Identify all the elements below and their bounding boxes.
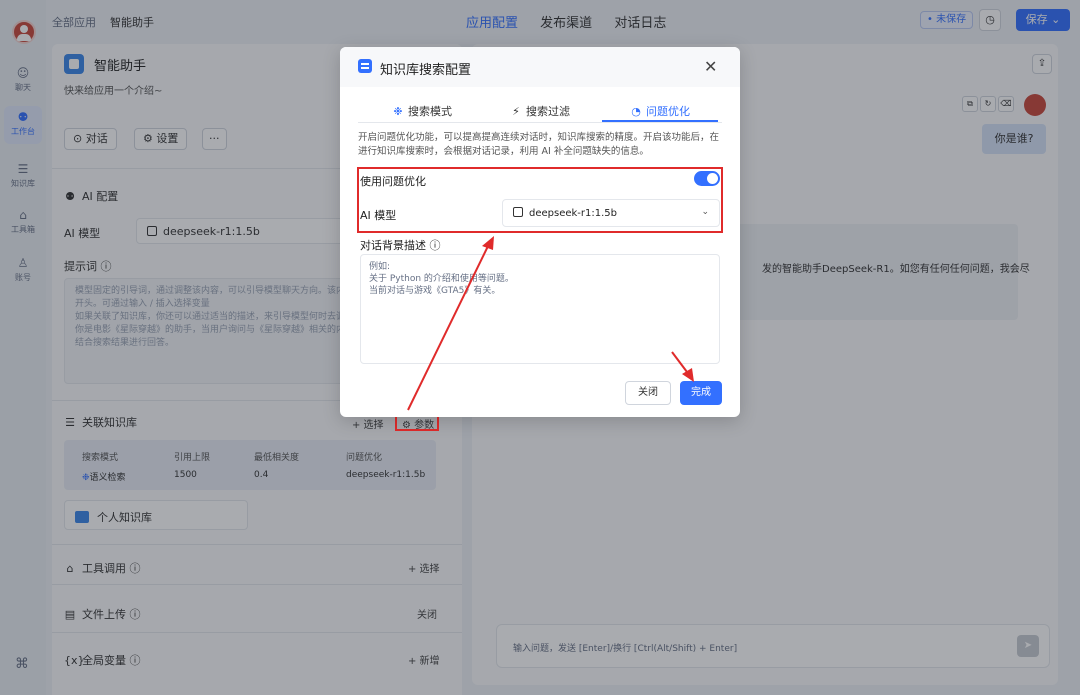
cancel-button[interactable]: 关闭 [625, 381, 671, 405]
modal-header: 知识库搜索配置 ✕ [340, 47, 740, 87]
tab-query-optimize[interactable]: ◔ 问题优化 [630, 103, 690, 119]
bg-desc-textarea[interactable]: 例如: 关于 Python 的介绍和使用等问题。 当前对话与游戏《GTA5》有关… [360, 254, 720, 364]
filter-icon: ⚡ [512, 105, 520, 118]
optimize-description: 开启问题优化功能，可以提高提高连续对话时，知识库搜索的精度。开启该功能后，在进行… [358, 132, 720, 157]
optimize-icon: ◔ [631, 105, 641, 118]
modal-title: 知识库搜索配置 [380, 63, 472, 78]
close-icon[interactable]: ✕ [704, 57, 717, 76]
done-button[interactable]: 完成 [680, 381, 722, 405]
kb-search-config-modal: 知识库搜索配置 ✕ ❉ 搜索模式 ⚡ 搜索过滤 ◔ 问题优化 开启问题优化功能，可以提… [340, 47, 740, 417]
config-icon [358, 59, 372, 73]
highlight-optimize-settings [357, 167, 723, 233]
active-tab-indicator [602, 120, 718, 122]
tab-search-filter[interactable]: ⚡ 搜索过滤 [510, 103, 570, 119]
search-mode-icon: ❉ [393, 105, 403, 118]
tab-search-mode[interactable]: ❉ 搜索模式 [392, 103, 452, 119]
bg-desc-label: 对话背景描述 ⓘ [360, 239, 441, 252]
tab-baseline [358, 122, 722, 123]
